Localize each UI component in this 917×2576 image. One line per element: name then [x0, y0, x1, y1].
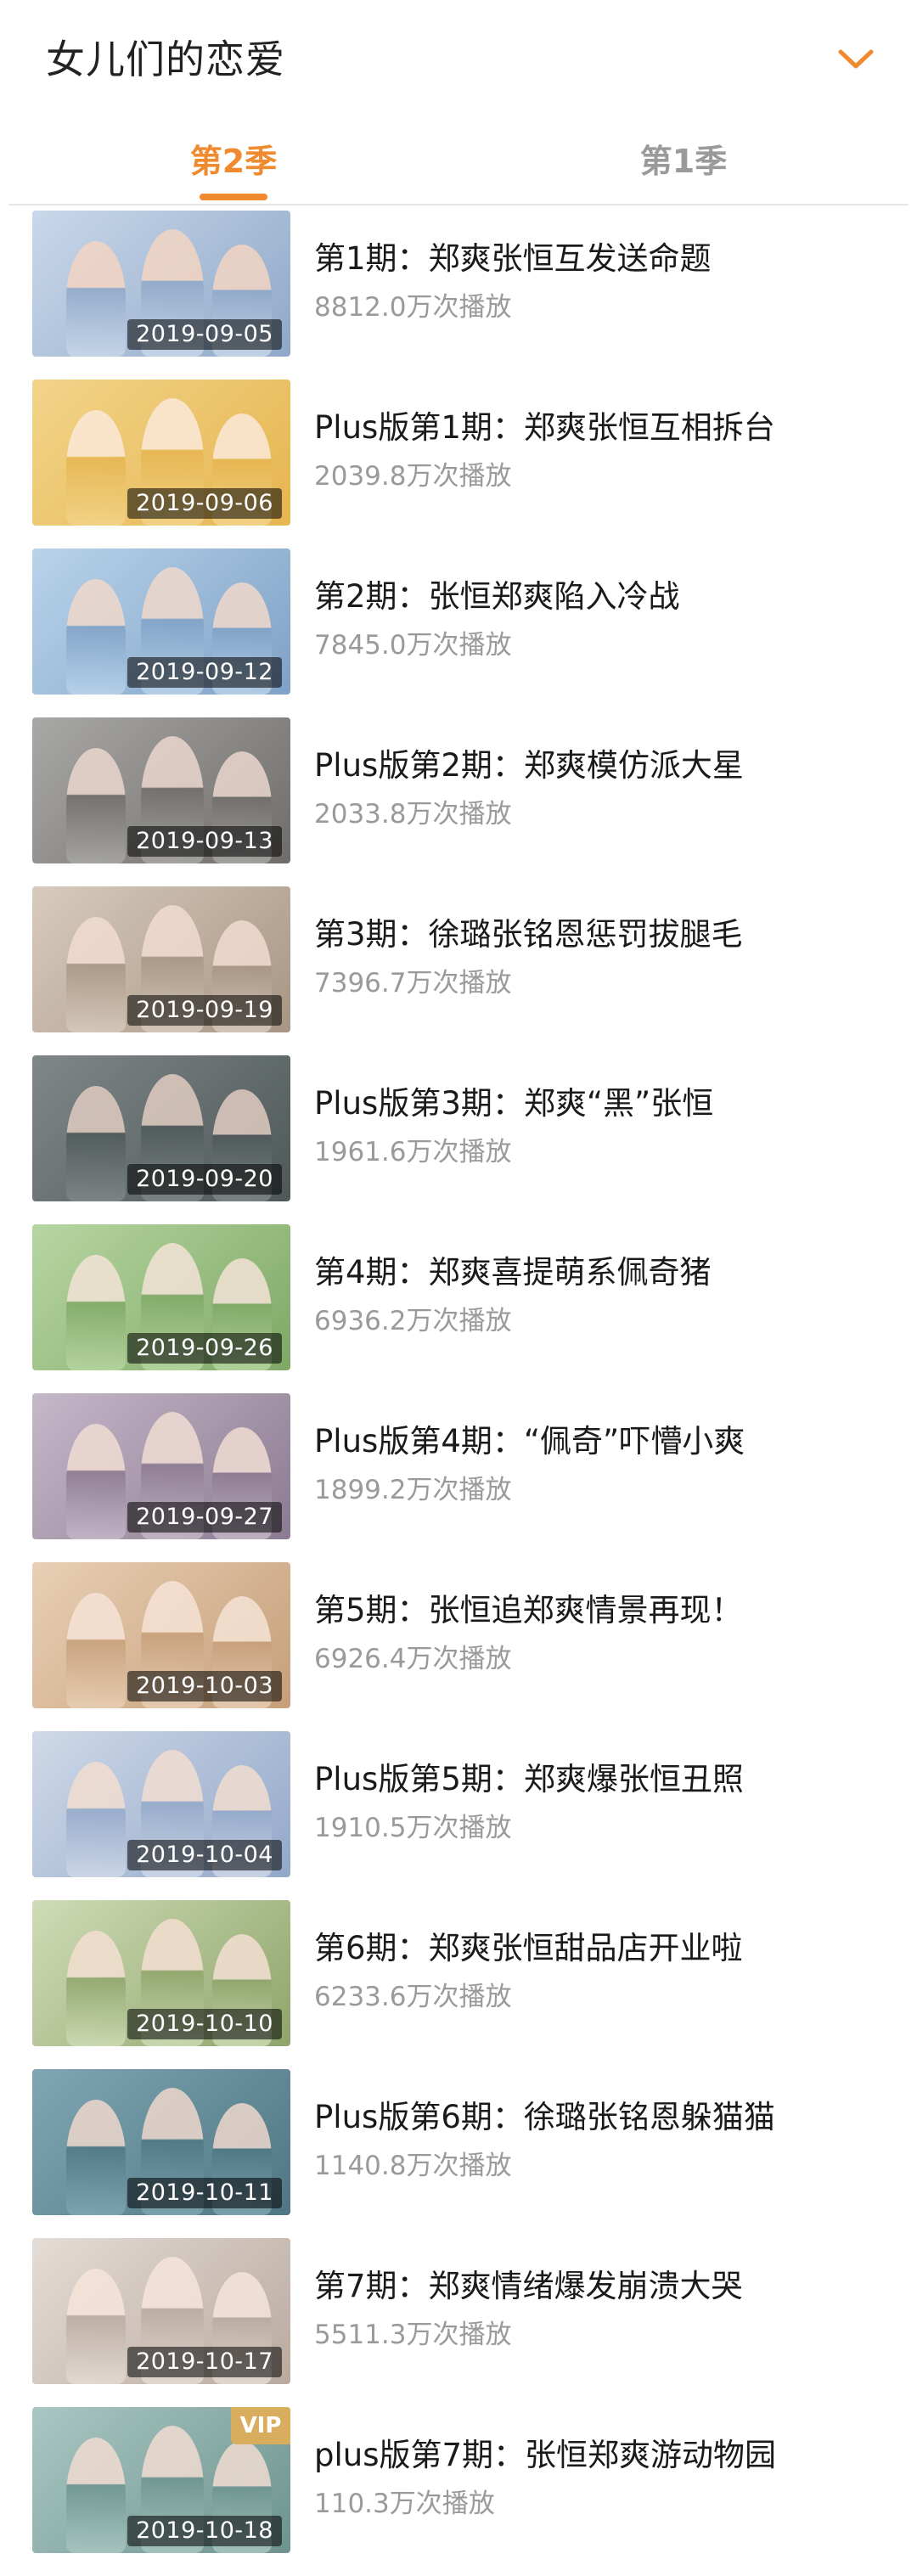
air-date-badge: 2019-10-11 — [127, 2178, 282, 2208]
tab-label: 第2季 — [189, 143, 278, 180]
episode-thumbnail[interactable]: VIP 2019-10-18 — [32, 2407, 290, 2553]
thumbnail-figure — [66, 1086, 126, 1201]
thumbnail-figure — [66, 2269, 126, 2384]
thumbnail-figure — [66, 1762, 126, 1877]
episode-thumbnail[interactable]: 2019-10-17 — [32, 2238, 290, 2384]
air-date-badge: 2019-10-18 — [127, 2516, 282, 2546]
air-date-badge: 2019-10-17 — [127, 2347, 282, 2377]
air-date-badge: 2019-09-06 — [127, 488, 282, 519]
chevron-down-icon — [838, 49, 874, 69]
air-date-badge: 2019-10-04 — [127, 1840, 282, 1870]
episode-thumbnail[interactable]: 2019-09-20 — [32, 1055, 290, 1201]
play-count: 1910.5万次播放 — [314, 1813, 512, 1843]
play-count: 6936.2万次播放 — [314, 1306, 512, 1336]
episode-item[interactable]: 2019-10-03 第5期：张恒追郑爽情景再现！ 6926.4万次播放 — [0, 1562, 917, 1731]
episode-item[interactable]: 2019-10-10 第6期：郑爽张恒甜品店开业啦 6233.6万次播放 — [0, 1900, 917, 2069]
thumbnail-figure — [66, 2100, 126, 2215]
episode-item[interactable]: 2019-09-13 Plus版第2期：郑爽模仿派大星 2033.8万次播放 — [0, 717, 917, 886]
vip-badge: VIP — [231, 2407, 290, 2444]
episode-thumbnail[interactable]: 2019-10-10 — [32, 1900, 290, 2046]
episode-title[interactable]: 第2期：张恒郑爽陷入冷战 — [314, 576, 900, 618]
thumbnail-figure — [66, 2438, 126, 2553]
thumbnail-figure — [66, 1593, 126, 1708]
episode-thumbnail[interactable]: 2019-09-27 — [32, 1393, 290, 1539]
episode-item[interactable]: 2019-09-20 Plus版第3期：郑爽“黑”张恒 1961.6万次播放 — [0, 1055, 917, 1224]
episode-title[interactable]: Plus版第1期：郑爽张恒互相拆台 — [314, 407, 900, 449]
collapse-button[interactable] — [834, 41, 878, 78]
episode-thumbnail[interactable]: 2019-09-05 — [32, 211, 290, 357]
episode-title[interactable]: Plus版第2期：郑爽模仿派大星 — [314, 745, 900, 787]
episode-item[interactable]: 2019-09-06 Plus版第1期：郑爽张恒互相拆台 2039.8万次播放 — [0, 380, 917, 548]
episode-item[interactable]: VIP 2019-10-18 plus版第7期：张恒郑爽游动物园 110.3万次播放 — [0, 2407, 917, 2576]
episode-title[interactable]: 第7期：郑爽情绪爆发崩溃大哭 — [314, 2265, 900, 2308]
episode-item[interactable]: 2019-10-17 第7期：郑爽情绪爆发崩溃大哭 5511.3万次播放 — [0, 2238, 917, 2407]
thumbnail-figure — [66, 1931, 126, 2046]
episode-item[interactable]: 2019-10-04 Plus版第5期：郑爽爆张恒丑照 1910.5万次播放 — [0, 1731, 917, 1900]
air-date-badge: 2019-09-27 — [127, 1502, 282, 1533]
play-count: 8812.0万次播放 — [314, 292, 512, 323]
play-count: 7396.7万次播放 — [314, 968, 512, 998]
episode-thumbnail[interactable]: 2019-09-12 — [32, 548, 290, 695]
tab-label: 第1季 — [639, 143, 728, 180]
tab-season-1[interactable]: 第1季 — [556, 127, 811, 204]
play-count: 1961.6万次播放 — [314, 1137, 512, 1167]
season-tabs: 第2季 第1季 — [0, 127, 917, 204]
episode-title[interactable]: Plus版第3期：郑爽“黑”张恒 — [314, 1083, 900, 1125]
active-tab-indicator — [200, 194, 267, 200]
episode-title[interactable]: Plus版第6期：徐璐张铭恩躲猫猫 — [314, 2096, 900, 2139]
play-count: 1899.2万次播放 — [314, 1475, 512, 1505]
play-count: 2039.8万次播放 — [314, 461, 512, 492]
air-date-badge: 2019-10-03 — [127, 1671, 282, 1701]
air-date-badge: 2019-09-12 — [127, 657, 282, 688]
play-count: 7845.0万次播放 — [314, 630, 512, 661]
air-date-badge: 2019-10-10 — [127, 2009, 282, 2039]
episode-title[interactable]: Plus版第5期：郑爽爆张恒丑照 — [314, 1758, 900, 1801]
episode-item[interactable]: 2019-09-19 第3期：徐璐张铭恩惩罚拔腿毛 7396.7万次播放 — [0, 886, 917, 1055]
episode-thumbnail[interactable]: 2019-09-06 — [32, 380, 290, 526]
tab-season-2[interactable]: 第2季 — [106, 127, 361, 204]
episode-item[interactable]: 2019-09-27 Plus版第4期：“佩奇”吓懵小爽 1899.2万次播放 — [0, 1393, 917, 1562]
episode-list: 2019-09-05 第1期：郑爽张恒互发送命题 8812.0万次播放 2019-09… — [0, 211, 917, 2576]
episode-title[interactable]: 第5期：张恒追郑爽情景再现！ — [314, 1589, 900, 1632]
play-count: 1140.8万次播放 — [314, 2151, 512, 2181]
thumbnail-figure — [66, 1255, 126, 1370]
tabs-divider — [8, 204, 909, 205]
thumbnail-figure — [66, 579, 126, 695]
thumbnail-figure — [66, 241, 126, 357]
play-count: 2033.8万次播放 — [314, 799, 512, 830]
episode-title[interactable]: 第4期：郑爽喜提萌系佩奇猪 — [314, 1251, 900, 1294]
air-date-badge: 2019-09-26 — [127, 1333, 282, 1364]
thumbnail-figure — [66, 917, 126, 1032]
page-header: 女儿们的恋爱 — [0, 0, 917, 127]
play-count: 6233.6万次播放 — [314, 1982, 512, 2012]
episode-title[interactable]: 第1期：郑爽张恒互发送命题 — [314, 238, 900, 280]
play-count: 110.3万次播放 — [314, 2489, 495, 2519]
episode-thumbnail[interactable]: 2019-10-04 — [32, 1731, 290, 1877]
episode-title[interactable]: Plus版第4期：“佩奇”吓懵小爽 — [314, 1420, 900, 1463]
episode-item[interactable]: 2019-10-11 Plus版第6期：徐璐张铭恩躲猫猫 1140.8万次播放 — [0, 2069, 917, 2238]
air-date-badge: 2019-09-20 — [127, 1164, 282, 1195]
thumbnail-figure — [66, 410, 126, 526]
play-count: 6926.4万次播放 — [314, 1644, 512, 1674]
episode-title[interactable]: plus版第7期：张恒郑爽游动物园 — [314, 2434, 900, 2477]
air-date-badge: 2019-09-13 — [127, 826, 282, 857]
page-title: 女儿们的恋爱 — [46, 37, 285, 82]
thumbnail-figure — [66, 1424, 126, 1539]
air-date-badge: 2019-09-19 — [127, 995, 282, 1026]
episode-item[interactable]: 2019-09-05 第1期：郑爽张恒互发送命题 8812.0万次播放 — [0, 211, 917, 380]
episode-thumbnail[interactable]: 2019-10-03 — [32, 1562, 290, 1708]
episode-item[interactable]: 2019-09-12 第2期：张恒郑爽陷入冷战 7845.0万次播放 — [0, 548, 917, 717]
air-date-badge: 2019-09-05 — [127, 319, 282, 350]
thumbnail-figure — [66, 748, 126, 863]
episode-title[interactable]: 第3期：徐璐张铭恩惩罚拔腿毛 — [314, 914, 900, 956]
episode-thumbnail[interactable]: 2019-09-13 — [32, 717, 290, 863]
episode-item[interactable]: 2019-09-26 第4期：郑爽喜提萌系佩奇猪 6936.2万次播放 — [0, 1224, 917, 1393]
episode-thumbnail[interactable]: 2019-10-11 — [32, 2069, 290, 2215]
episode-title[interactable]: 第6期：郑爽张恒甜品店开业啦 — [314, 1927, 900, 1970]
episode-thumbnail[interactable]: 2019-09-26 — [32, 1224, 290, 1370]
play-count: 5511.3万次播放 — [314, 2320, 512, 2350]
episode-thumbnail[interactable]: 2019-09-19 — [32, 886, 290, 1032]
